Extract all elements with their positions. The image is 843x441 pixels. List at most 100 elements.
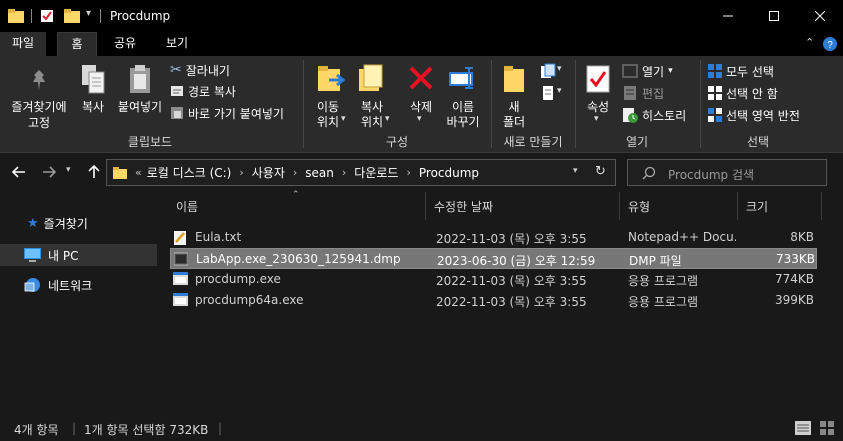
properties-dropdown-icon: ▾	[594, 114, 599, 124]
quick-access-dropdown-icon[interactable]: ▾	[86, 8, 91, 19]
window-title: Procdump	[110, 9, 171, 23]
details-view-icon[interactable]	[795, 421, 811, 435]
file-type: 응용 프로그램	[628, 295, 699, 309]
column-header-size[interactable]: 크기	[738, 192, 822, 220]
invert-selection-button[interactable]: 선택 영역 반전	[708, 106, 800, 124]
recent-locations-dropdown-icon[interactable]: ▾	[66, 165, 71, 175]
search-box[interactable]: Procdump 검색	[627, 159, 827, 186]
copy-path-button[interactable]: 경로 복사	[170, 82, 236, 100]
clipboard-group-label: 클립보드	[127, 135, 173, 149]
nav-this-pc-label: 내 PC	[48, 248, 79, 263]
file-row-selected[interactable]: LabApp.exe_230630_125941.dmp 2023-06-30 …	[170, 248, 817, 269]
paste-shortcut-button[interactable]: 바로 가기 붙여넣기	[170, 104, 284, 122]
close-icon	[815, 11, 825, 21]
back-arrow-icon[interactable]	[12, 166, 26, 178]
tab-view[interactable]: 보기	[160, 32, 194, 56]
new-folder-icon	[504, 66, 524, 92]
breadcrumb-chevron-icon[interactable]: ›	[342, 166, 346, 179]
minimize-button[interactable]	[705, 0, 751, 32]
breadcrumb-chevron-icon[interactable]: ›	[293, 166, 297, 179]
file-row[interactable]: Eula.txt 2022-11-03 (목) 오후 3:55 Notepad+…	[170, 227, 817, 248]
status-separator: |	[72, 421, 77, 435]
address-history-dropdown-icon[interactable]: ▾	[573, 166, 578, 176]
address-bar[interactable]: « 로컬 디스크 (C:) › 사용자 › sean › 다운로드 › Proc…	[106, 159, 616, 186]
ribbon-collapse-icon[interactable]: ⌃	[805, 36, 814, 49]
open-button[interactable]: 열기 ▾	[622, 62, 673, 80]
select-all-icon	[708, 64, 722, 78]
tab-file[interactable]: 파일	[0, 32, 46, 56]
invert-selection-icon	[708, 108, 722, 122]
file-modified: 2022-11-03 (목) 오후 3:55	[436, 295, 587, 309]
nav-quick-access-label: 즐겨찾기	[43, 216, 88, 231]
large-icons-view-icon[interactable]	[820, 421, 834, 435]
navigation-pane: ★ 즐겨찾기 내 PC 네트워크	[0, 192, 160, 414]
up-arrow-icon[interactable]	[88, 165, 100, 179]
breadcrumb-procdump[interactable]: Procdump	[419, 166, 479, 180]
file-row[interactable]: procdump.exe 2022-11-03 (목) 오후 3:55 응용 프…	[170, 269, 817, 290]
select-none-button[interactable]: 선택 안 함	[708, 84, 778, 102]
delete-dropdown-icon: ▾	[417, 114, 422, 124]
nav-item-this-pc[interactable]: 내 PC	[0, 244, 157, 266]
search-icon	[642, 166, 656, 180]
properties-quick-icon[interactable]	[40, 9, 54, 23]
title-bar: ▾ Procdump	[0, 0, 843, 32]
column-header-modified[interactable]: 수정한 날짜	[426, 192, 620, 220]
copy-to-icon	[359, 64, 383, 91]
help-icon[interactable]: ?	[823, 37, 837, 51]
pin-icon	[33, 70, 45, 90]
address-folder-icon	[113, 166, 127, 179]
breadcrumb-chevron-icon[interactable]: ›	[239, 166, 243, 179]
copy-to-dropdown-icon: ▾	[385, 114, 390, 124]
cut-button[interactable]: ✂ 잘라내기	[170, 61, 230, 79]
breadcrumb-users[interactable]: 사용자	[252, 164, 285, 181]
breadcrumb-local-disk[interactable]: 로컬 디스크 (C:)	[147, 164, 232, 181]
file-modified: 2022-11-03 (목) 오후 3:55	[436, 274, 587, 288]
history-button[interactable]: 히스토리	[622, 106, 686, 124]
file-list: ⌃ 이름 수정한 날짜 유형 크기 Eula.txt 2022-11-03 (목…	[160, 190, 843, 414]
title-separator	[31, 9, 32, 23]
file-type: 응용 프로그램	[628, 274, 699, 288]
status-selection: 1개 항목 선택함 732KB	[84, 423, 209, 437]
status-bar: 4개 항목 | 1개 항목 선택함 732KB |	[0, 414, 843, 441]
breadcrumb-downloads[interactable]: 다운로드	[354, 164, 398, 181]
maximize-button[interactable]	[751, 0, 797, 32]
rename-label-2: 바꾸기	[446, 115, 480, 129]
tab-home[interactable]: 홈	[57, 32, 97, 56]
new-item-icon	[541, 63, 556, 78]
select-none-icon	[708, 86, 722, 100]
column-header-type[interactable]: 유형	[620, 192, 738, 220]
select-all-label: 모두 선택	[726, 64, 774, 79]
search-placeholder: Procdump 검색	[668, 168, 755, 182]
refresh-icon[interactable]: ↻	[595, 164, 606, 179]
close-button[interactable]	[797, 0, 843, 32]
ribbon-separator	[491, 60, 492, 148]
edit-button[interactable]: 편집	[622, 84, 664, 102]
breadcrumb-chevron-icon[interactable]: ›	[406, 166, 410, 179]
paste-label: 붙여넣기	[117, 100, 163, 114]
tab-share[interactable]: 공유	[108, 32, 142, 56]
computer-icon	[24, 248, 41, 262]
properties-icon	[586, 65, 610, 93]
star-icon: ★	[27, 215, 39, 231]
paste-icon	[130, 65, 150, 93]
dump-file-icon	[174, 252, 188, 266]
forward-arrow-icon[interactable]	[42, 166, 56, 178]
cut-label: 잘라내기	[185, 63, 230, 78]
copy-path-icon	[171, 86, 183, 96]
file-modified: 2023-06-30 (금) 오후 12:59	[437, 254, 596, 268]
column-header-name[interactable]: 이름	[168, 192, 426, 220]
select-all-button[interactable]: 모두 선택	[708, 62, 774, 80]
organize-group-label: 구성	[385, 135, 409, 149]
application-icon	[173, 293, 188, 306]
nav-item-quick-access[interactable]: ★ 즐겨찾기	[0, 212, 157, 234]
status-separator: |	[218, 421, 223, 435]
address-overflow[interactable]: «	[135, 166, 142, 179]
breadcrumb-sean[interactable]: sean	[305, 166, 334, 180]
file-size: 774KB	[774, 272, 814, 286]
move-to-icon	[318, 66, 345, 91]
new-folder-quick-icon[interactable]	[64, 9, 80, 23]
paste-shortcut-label: 바로 가기 붙여넣기	[188, 106, 284, 121]
file-size: 733KB	[775, 252, 815, 266]
nav-item-network[interactable]: 네트워크	[0, 274, 157, 296]
file-row[interactable]: procdump64a.exe 2022-11-03 (목) 오후 3:55 응…	[170, 290, 817, 311]
